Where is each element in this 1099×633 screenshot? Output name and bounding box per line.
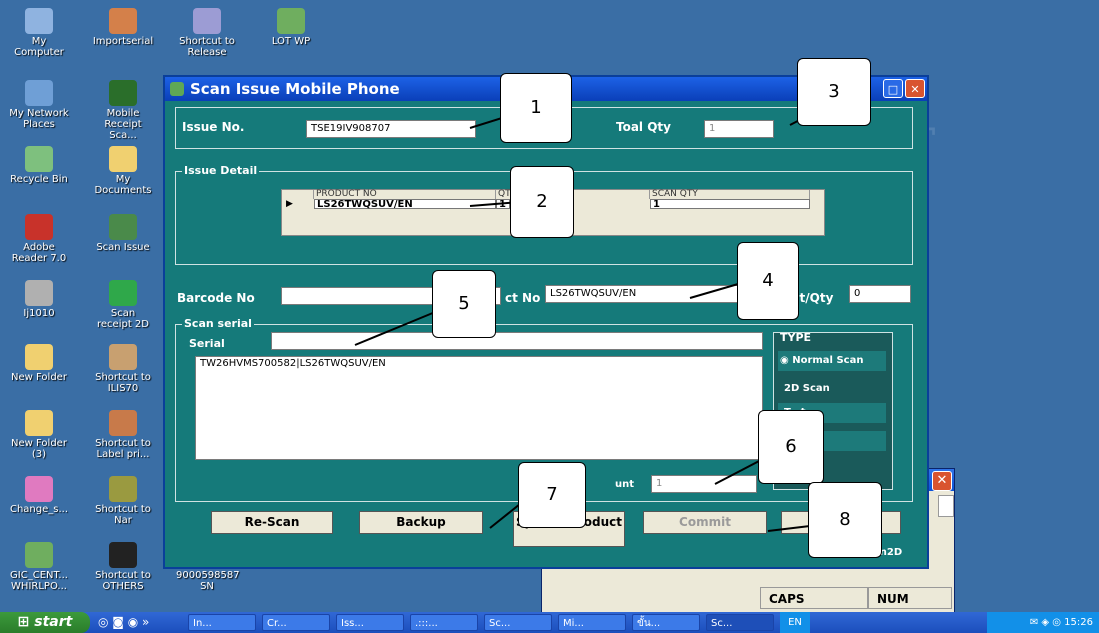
- taskbar-item-8[interactable]: Sc...: [706, 614, 774, 631]
- start-button[interactable]: ⊞ start: [0, 612, 90, 633]
- taskbar-item-2[interactable]: Cr...: [262, 614, 330, 631]
- system-tray: ✉ ◈ ◎ 15:26: [987, 612, 1099, 633]
- callout-2: 2: [510, 166, 574, 238]
- taskbar-item-6[interactable]: Mi...: [558, 614, 626, 631]
- callout-1: 1: [500, 73, 572, 143]
- tray-icons[interactable]: ✉ ◈ ◎: [1030, 617, 1064, 628]
- taskbar-item-5[interactable]: Sc...: [484, 614, 552, 631]
- callout-6: 6: [758, 410, 824, 484]
- callout-8: 8: [808, 482, 882, 558]
- callout-5: 5: [432, 270, 496, 338]
- clock: 15:26: [1064, 617, 1093, 628]
- taskbar-item-3[interactable]: Iss...: [336, 614, 404, 631]
- windows-logo-icon: ⊞: [17, 614, 35, 630]
- taskbar-item-1[interactable]: In...: [188, 614, 256, 631]
- callout-7: 7: [518, 462, 586, 528]
- taskbar-item-7[interactable]: ขั้น...: [632, 614, 700, 631]
- callout-4: 4: [737, 242, 799, 320]
- language-indicator[interactable]: EN: [780, 612, 810, 633]
- quick-launch[interactable]: ◎ ◙ ◉ »: [98, 615, 149, 629]
- taskbar-item-4[interactable]: .:::...: [410, 614, 478, 631]
- taskbar: ⊞ start ◎ ◙ ◉ » In... Cr... Iss... .:::.…: [0, 612, 1099, 633]
- callout-3: 3: [797, 58, 871, 126]
